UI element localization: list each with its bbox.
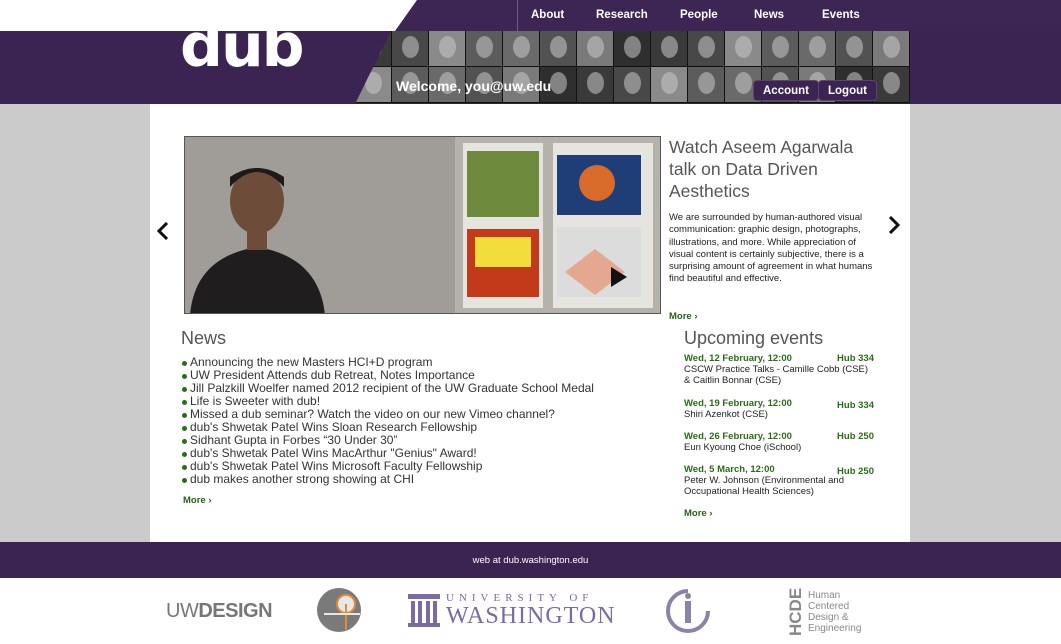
events-more-link[interactable]: More › (684, 508, 713, 519)
nav-divider (517, 0, 518, 31)
uw-columns-logo[interactable] (406, 592, 442, 628)
person-photo (799, 31, 836, 67)
face-shape (550, 36, 567, 58)
person-photo (651, 31, 688, 67)
news-list: Announcing the new Masters HCI+D program… (182, 356, 594, 486)
face-shape (661, 36, 678, 58)
event-location: Hub 250 (837, 431, 874, 442)
nav-research[interactable]: Research (596, 9, 648, 21)
event-location: Hub 250 (837, 466, 874, 477)
featured-description: We are surrounded by human-authored visu… (669, 212, 873, 285)
face-shape (698, 36, 715, 58)
event-item[interactable]: Wed, 26 February, 12:00 Hub 250 Eun Kyou… (684, 431, 874, 453)
event-item[interactable]: Wed, 5 March, 12:00 Hub 250 Peter W. Joh… (684, 464, 874, 497)
bullet-icon (182, 374, 187, 379)
person-photo (614, 67, 651, 103)
uw-wordmark[interactable]: UNIVERSITY OF WASHINGTON (446, 592, 616, 628)
bullet-icon (182, 387, 187, 392)
person-photo (577, 67, 614, 103)
face-shape (550, 72, 567, 94)
bullet-icon (182, 452, 187, 457)
bullet-icon (182, 426, 187, 431)
person-photo (503, 31, 540, 67)
bullet-icon (182, 361, 187, 366)
person-photo (540, 31, 577, 67)
nav-about[interactable]: About (531, 9, 564, 21)
featured-more-link[interactable]: More › (669, 311, 698, 322)
welcome-message: Welcome, you@uw.edu (396, 78, 552, 94)
event-title[interactable]: CSCW Practice Talks - Camille Cobb (CSE)… (684, 364, 874, 386)
face-shape (513, 36, 530, 58)
featured-video[interactable] (184, 136, 661, 314)
face-shape (846, 36, 863, 58)
person-photo (392, 31, 429, 67)
logout-button[interactable]: Logout (818, 80, 877, 101)
face-shape (587, 72, 604, 94)
face-shape (402, 36, 419, 58)
footer-text[interactable]: web at dub.washington.edu (0, 555, 1061, 566)
main-nav (395, 0, 1061, 31)
person-photo (725, 31, 762, 67)
face-shape (624, 36, 641, 58)
person-photo (651, 67, 688, 103)
news-item[interactable]: dub makes another strong showing at CHI (182, 473, 594, 486)
account-button[interactable]: Account (753, 80, 819, 101)
nav-people[interactable]: People (680, 9, 718, 21)
video-frame-image (185, 137, 660, 313)
person-photo (836, 31, 873, 67)
hcde-abbreviation: HCDE (786, 587, 805, 636)
face-shape (698, 72, 715, 94)
person-photo (466, 31, 503, 67)
events-heading: Upcoming events (684, 328, 824, 348)
person-photo (873, 31, 910, 67)
person-photo (429, 31, 466, 67)
bullet-icon (182, 413, 187, 418)
chevron-right-icon[interactable] (888, 216, 900, 234)
ischool-logo[interactable] (664, 587, 712, 635)
person-photo (614, 31, 651, 67)
nav-events[interactable]: Events (822, 9, 860, 21)
event-location: Hub 334 (837, 400, 874, 411)
face-shape (624, 72, 641, 94)
bullet-icon (182, 400, 187, 405)
sce-logo[interactable] (314, 586, 364, 634)
face-shape (735, 36, 752, 58)
svg-text:dub: dub (180, 24, 303, 70)
event-title[interactable]: Peter W. Johnson (Environmental and Occu… (684, 475, 874, 497)
face-shape (883, 36, 900, 58)
person-photo (762, 31, 799, 67)
face-shape (809, 36, 826, 58)
bullet-icon (182, 465, 187, 470)
person-photo (873, 67, 910, 103)
face-shape (476, 36, 493, 58)
play-icon[interactable] (611, 267, 627, 287)
right-margin (910, 104, 1061, 542)
face-shape (587, 36, 604, 58)
face-shape (883, 72, 900, 94)
face-shape (661, 72, 678, 94)
uw-design-logo[interactable]: UWDESIGN (166, 600, 273, 623)
dub-logo[interactable]: dub (180, 24, 304, 70)
face-shape (772, 36, 789, 58)
chevron-left-icon[interactable] (157, 222, 169, 240)
featured-title[interactable]: Watch Aseem Agarwala talk on Data Driven… (669, 136, 884, 202)
event-location: Hub 334 (837, 353, 874, 364)
hcde-full-name: Human Centered Design & Engineering (808, 590, 862, 634)
person-photo (688, 31, 725, 67)
event-item[interactable]: Wed, 12 February, 12:00 Hub 334 CSCW Pra… (684, 353, 874, 386)
face-shape (735, 72, 752, 94)
news-more-link[interactable]: More › (183, 495, 212, 506)
event-title[interactable]: Eun Kyoung Choe (iSchool) (684, 442, 874, 453)
bullet-icon (182, 478, 187, 483)
person-photo (577, 31, 614, 67)
nav-news[interactable]: News (754, 9, 784, 21)
left-margin (0, 104, 150, 542)
person-photo (688, 67, 725, 103)
bullet-icon (182, 439, 187, 444)
news-heading: News (181, 328, 227, 348)
event-item[interactable]: Wed, 19 February, 12:00 Hub 334 Shiri Az… (684, 398, 874, 420)
face-shape (439, 36, 456, 58)
